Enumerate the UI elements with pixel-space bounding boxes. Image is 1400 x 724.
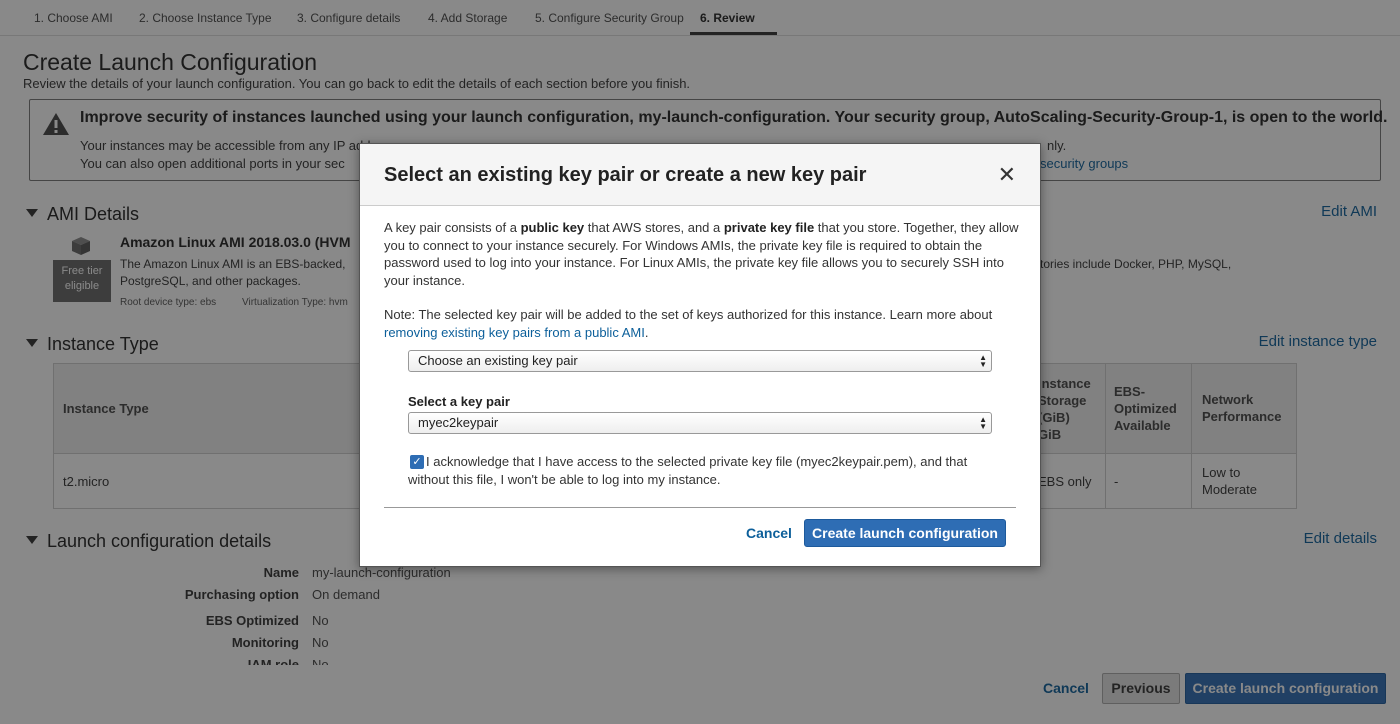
dialog-divider <box>384 507 1016 508</box>
acknowledge-text: I acknowledge that I have access to the … <box>408 454 968 487</box>
acknowledge-checkbox[interactable]: ✓ <box>410 455 424 469</box>
dialog-create-launch-configuration-button[interactable]: Create launch configuration <box>804 519 1006 547</box>
select-value: myec2keypair <box>418 415 499 430</box>
key-pair-dialog: Select an existing key pair or create a … <box>359 143 1041 567</box>
dialog-title: Select an existing key pair or create a … <box>384 164 867 186</box>
remove-key-pairs-link[interactable]: removing existing key pairs from a publi… <box>384 325 645 340</box>
dialog-header: Select an existing key pair or create a … <box>360 144 1040 206</box>
close-icon[interactable]: ✕ <box>998 162 1016 188</box>
select-value: Choose an existing key pair <box>418 353 578 368</box>
text-span: . <box>644 324 649 340</box>
key-pair-note: Note: The selected key pair will be adde… <box>384 306 1020 341</box>
key-pair-select[interactable]: myec2keypair ▲ ▼ <box>408 412 992 434</box>
key-pair-explanation: A key pair consists of a public key that… <box>384 219 1020 289</box>
key-pair-label: Select a key pair <box>408 394 510 409</box>
select-arrows-icon: ▲ ▼ <box>979 415 987 431</box>
text-span: Note: The selected key pair will be adde… <box>384 307 993 322</box>
text-bold: public key <box>520 220 585 235</box>
text-span: A key pair consists of a <box>384 220 521 235</box>
key-pair-option-select[interactable]: Choose an existing key pair ▲ ▼ <box>408 350 992 372</box>
text-span: that AWS stores, and a <box>584 220 724 235</box>
dialog-cancel-button[interactable]: Cancel <box>746 525 792 541</box>
text-bold: private key file <box>723 220 815 235</box>
select-arrows-icon: ▲ ▼ <box>979 353 987 369</box>
